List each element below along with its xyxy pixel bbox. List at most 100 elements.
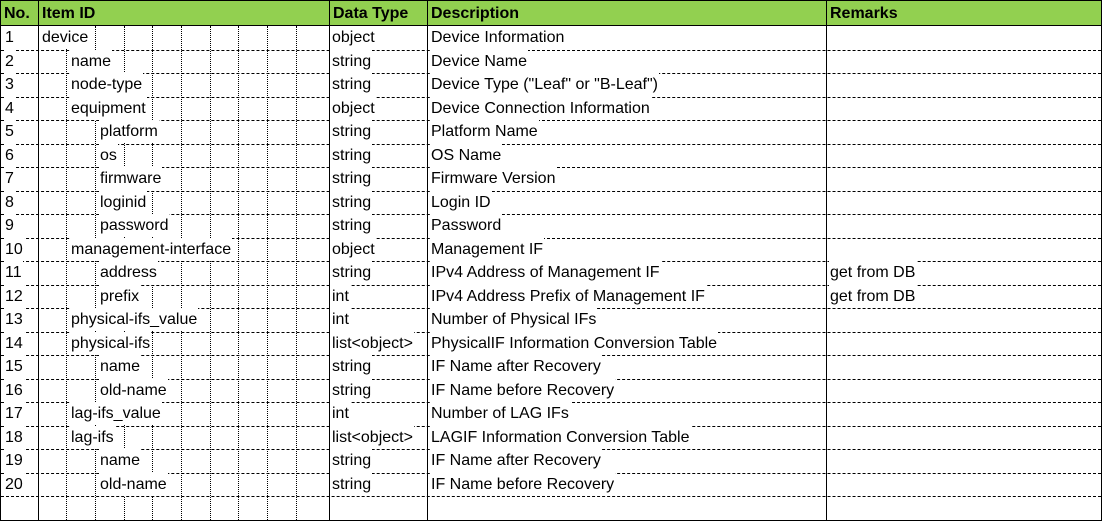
cell-no[interactable]: 20: [4, 473, 24, 496]
cell-no[interactable]: 2: [4, 50, 15, 73]
header-remarks[interactable]: Remarks: [827, 1, 898, 25]
cell-description[interactable]: Device Name: [430, 50, 529, 73]
indent-guide: [238, 26, 239, 520]
cell-item-id[interactable]: password: [99, 214, 170, 237]
cell-item-id[interactable]: prefix: [99, 285, 141, 308]
cell-remarks[interactable]: get from DB: [829, 285, 917, 308]
table-header-row: No. Item ID Data Type Description Remark…: [1, 1, 1101, 26]
cell-description[interactable]: Device Connection Information: [430, 97, 651, 120]
cell-no[interactable]: 11: [4, 261, 23, 284]
cell-item-id[interactable]: firmware: [99, 167, 163, 190]
cell-item-id[interactable]: lag-ifs: [70, 426, 115, 449]
cell-data-type[interactable]: string: [331, 191, 373, 214]
indent-guide: [181, 26, 182, 520]
cell-data-type[interactable]: list<object>: [331, 426, 414, 449]
cell-description[interactable]: IPv4 Address Prefix of Management IF: [430, 285, 706, 308]
cell-no[interactable]: 12: [4, 285, 24, 308]
cell-data-type[interactable]: int: [331, 402, 350, 425]
row-divider: [1, 496, 1101, 497]
cell-item-id[interactable]: name: [99, 355, 142, 378]
cell-description[interactable]: IF Name after Recovery: [430, 355, 602, 378]
cell-data-type[interactable]: string: [331, 449, 373, 472]
cell-no[interactable]: 15: [4, 355, 24, 378]
cell-no[interactable]: 4: [4, 97, 15, 120]
row-divider: [1, 120, 1101, 121]
cell-no[interactable]: 6: [4, 144, 15, 167]
cell-item-id[interactable]: name: [99, 449, 142, 472]
cell-no[interactable]: 18: [4, 426, 24, 449]
row-divider: [1, 50, 1101, 51]
cell-data-type[interactable]: object: [331, 238, 376, 261]
cell-remarks[interactable]: get from DB: [829, 261, 917, 284]
cell-no[interactable]: 16: [4, 379, 24, 402]
cell-data-type[interactable]: string: [331, 144, 373, 167]
cell-data-type[interactable]: object: [331, 26, 376, 49]
cell-no[interactable]: 8: [4, 191, 15, 214]
cell-data-type[interactable]: string: [331, 120, 373, 143]
indent-guide: [210, 26, 211, 520]
cell-description[interactable]: OS Name: [430, 144, 503, 167]
cell-data-type[interactable]: int: [331, 285, 350, 308]
cell-data-type[interactable]: string: [331, 214, 373, 237]
cell-description[interactable]: IF Name before Recovery: [430, 379, 616, 402]
cell-no[interactable]: 17: [4, 402, 24, 425]
cell-description[interactable]: Number of LAG IFs: [430, 402, 570, 425]
cell-data-type[interactable]: string: [331, 50, 373, 73]
cell-item-id[interactable]: device: [41, 26, 90, 49]
cell-no[interactable]: 1: [4, 26, 15, 49]
cell-no[interactable]: 5: [4, 120, 15, 143]
cell-no[interactable]: 19: [4, 449, 24, 472]
cell-description[interactable]: Firmware Version: [430, 167, 557, 190]
cell-no[interactable]: 7: [4, 167, 15, 190]
cell-data-type[interactable]: string: [331, 167, 373, 190]
header-description[interactable]: Description: [428, 1, 519, 25]
header-no[interactable]: No.: [1, 1, 30, 25]
cell-data-type[interactable]: string: [331, 473, 373, 496]
cell-description[interactable]: LAGIF Information Conversion Table: [430, 426, 691, 449]
indent-guide: [296, 26, 297, 520]
cell-no[interactable]: 3: [4, 73, 15, 96]
indent-guide: [267, 26, 268, 520]
cell-no[interactable]: 9: [4, 214, 15, 237]
cell-description[interactable]: Management IF: [430, 238, 545, 261]
cell-item-id[interactable]: lag-ifs_value: [70, 402, 162, 425]
cell-no[interactable]: 14: [4, 332, 24, 355]
cell-item-id[interactable]: platform: [99, 120, 159, 143]
cell-item-id[interactable]: physical-ifs: [70, 332, 152, 355]
cell-data-type[interactable]: string: [331, 379, 373, 402]
cell-data-type[interactable]: int: [331, 308, 350, 331]
cell-item-id[interactable]: address: [99, 261, 158, 284]
cell-description[interactable]: IF Name before Recovery: [430, 473, 616, 496]
header-item-id[interactable]: Item ID: [39, 1, 95, 25]
cell-description[interactable]: Device Type ("Leaf" or "B-Leaf"): [430, 73, 659, 96]
cell-item-id[interactable]: physical-ifs_value: [70, 308, 199, 331]
cell-no[interactable]: 10: [4, 238, 24, 261]
cell-item-id[interactable]: name: [70, 50, 113, 73]
row-divider: [1, 191, 1101, 192]
row-divider: [1, 144, 1101, 145]
cell-description[interactable]: IF Name after Recovery: [430, 449, 602, 472]
cell-item-id[interactable]: os: [99, 144, 118, 167]
cell-description[interactable]: PhysicalIF Information Conversion Table: [430, 332, 719, 355]
cell-description[interactable]: Device Information: [430, 26, 566, 49]
cell-data-type[interactable]: list<object>: [331, 332, 414, 355]
cell-description[interactable]: IPv4 Address of Management IF: [430, 261, 661, 284]
cell-data-type[interactable]: string: [331, 261, 373, 284]
cell-no[interactable]: 13: [4, 308, 24, 331]
cell-data-type[interactable]: string: [331, 355, 373, 378]
cell-item-id[interactable]: management-interface: [70, 238, 233, 261]
cell-description[interactable]: Login ID: [430, 191, 492, 214]
cell-item-id[interactable]: node-type: [70, 73, 144, 96]
spreadsheet-table: No. Item ID Data Type Description Remark…: [0, 0, 1102, 521]
cell-item-id[interactable]: equipment: [70, 97, 147, 120]
cell-item-id[interactable]: old-name: [99, 473, 168, 496]
header-data-type[interactable]: Data Type: [330, 1, 408, 25]
indent-guide: [66, 26, 67, 520]
cell-description[interactable]: Password: [430, 214, 503, 237]
cell-data-type[interactable]: object: [331, 97, 376, 120]
cell-data-type[interactable]: string: [331, 73, 373, 96]
cell-item-id[interactable]: old-name: [99, 379, 168, 402]
cell-description[interactable]: Number of Physical IFs: [430, 308, 598, 331]
cell-description[interactable]: Platform Name: [430, 120, 539, 143]
cell-item-id[interactable]: loginid: [99, 191, 148, 214]
